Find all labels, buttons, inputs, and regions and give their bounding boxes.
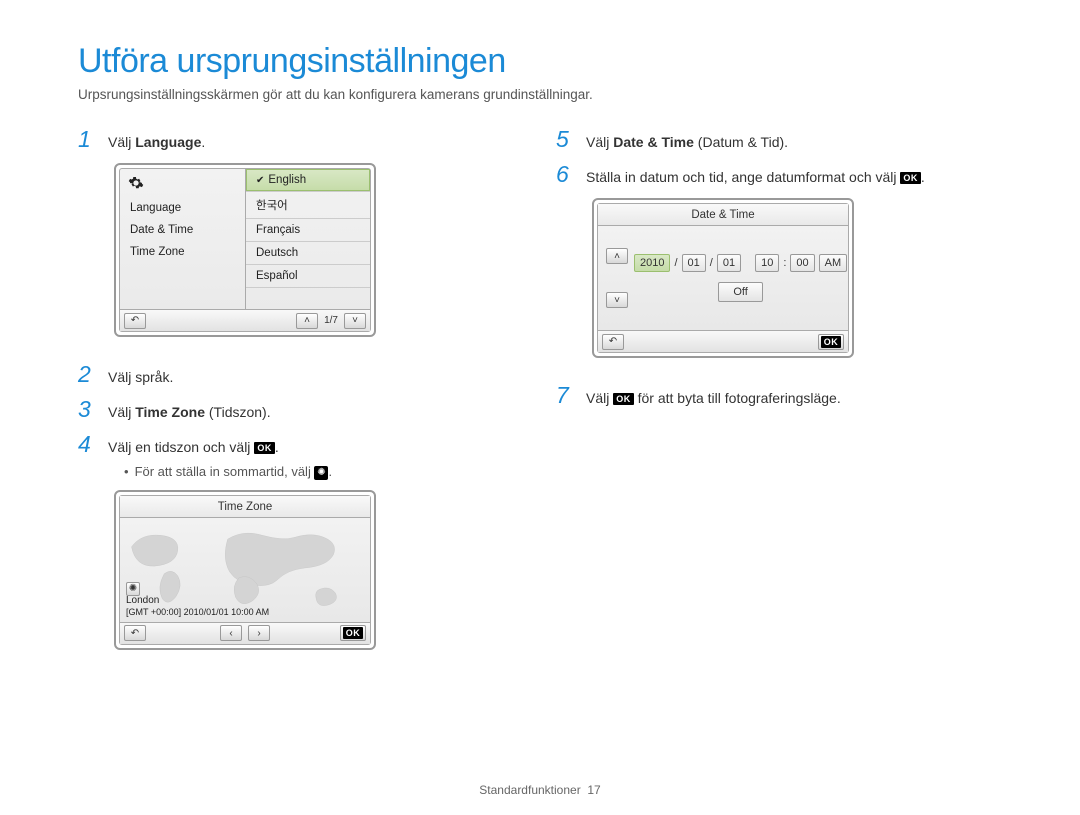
hour-cell[interactable]: 10 (755, 254, 779, 272)
back-arrow-icon: ↶ (609, 336, 617, 347)
page-footer: Standardfunktioner 17 (0, 783, 1080, 797)
back-button[interactable]: ↶ (124, 625, 146, 641)
step-text: Välj Time Zone (Tidszon). (108, 402, 271, 423)
chevron-right-icon: › (257, 628, 260, 639)
pager: ˄ 1/7 ˅ (296, 313, 366, 329)
step-number: 1 (78, 126, 94, 153)
language-screen: Language Date & Time Time Zone ✔ English… (114, 163, 376, 337)
gear-icon (128, 175, 144, 191)
step-6: 6 Ställa in datum och tid, ange datumfor… (556, 161, 986, 188)
settings-menu-left: Language Date & Time Time Zone (120, 169, 246, 309)
ok-button[interactable]: OK (340, 625, 366, 641)
pager-text: 1/7 (320, 315, 342, 326)
value-down-button[interactable]: ˅ (606, 292, 628, 308)
step-number: 2 (78, 361, 94, 388)
step-text: Välj språk. (108, 367, 173, 388)
step-number: 7 (556, 382, 572, 409)
off-button[interactable]: Off (718, 282, 762, 302)
chevron-down-icon: ˅ (352, 315, 358, 326)
step-text: Ställa in datum och tid, ange datumforma… (586, 167, 925, 188)
language-option-german[interactable]: Deutsch (246, 242, 370, 265)
step-2: 2 Välj språk. (78, 361, 498, 388)
menu-item-datetime[interactable]: Date & Time (120, 219, 245, 241)
language-option-english[interactable]: ✔ English (246, 169, 370, 192)
step-1: 1 Välj Language. (78, 126, 498, 153)
step-number: 6 (556, 161, 572, 188)
dst-button[interactable]: ✺ (126, 582, 140, 596)
check-icon: ✔ (256, 175, 264, 186)
ok-icon: OK (343, 627, 364, 639)
language-option-spanish[interactable]: Español (246, 265, 370, 288)
datetime-screen: Date & Time ˄ ˅ 2010 (592, 198, 854, 358)
world-map[interactable]: ✺ London [GMT +00:00] 2010/01/01 10:00 A… (120, 518, 370, 622)
menu-item-timezone[interactable]: Time Zone (120, 241, 245, 263)
ok-icon: OK (254, 442, 275, 454)
sun-icon: ✺ (129, 583, 137, 594)
step-number: 5 (556, 126, 572, 153)
language-option-korean[interactable]: 한국어 (246, 192, 370, 219)
step-text: Välj en tidszon och välj OK. (108, 437, 279, 458)
step-text: Välj OK för att byta till fotograferings… (586, 388, 841, 409)
day-cell[interactable]: 01 (717, 254, 741, 272)
step-3: 3 Välj Time Zone (Tidszon). (78, 396, 498, 423)
chevron-left-icon: ‹ (229, 628, 232, 639)
minute-cell[interactable]: 00 (790, 254, 814, 272)
step-number: 4 (78, 431, 94, 458)
ampm-cell[interactable]: AM (819, 254, 848, 272)
page-title: Utföra ursprungsinställningen (78, 42, 1002, 81)
chevron-up-icon: ˄ (304, 315, 310, 326)
dt-title: Date & Time (598, 204, 848, 226)
page-subtitle: Urpsrungsinställningsskärmen gör att du … (78, 87, 1002, 102)
step-number: 3 (78, 396, 94, 423)
month-cell[interactable]: 01 (682, 254, 706, 272)
tz-gmt: [GMT +00:00] 2010/01/01 10:00 AM (126, 607, 269, 618)
chevron-down-icon: ˅ (614, 295, 620, 306)
back-arrow-icon: ↶ (131, 628, 139, 639)
date-row: 2010 / 01 / 01 10 : 00 AM (634, 254, 847, 272)
value-up-button[interactable]: ˄ (606, 248, 628, 264)
separator: / (674, 257, 677, 269)
timezone-screen: Time Zone ✺ (114, 490, 376, 650)
back-button[interactable]: ↶ (602, 334, 624, 350)
ok-icon: OK (900, 172, 921, 184)
chevron-up-icon: ˄ (614, 251, 620, 262)
back-button[interactable]: ↶ (124, 313, 146, 329)
next-button[interactable]: › (248, 625, 270, 641)
ok-icon: OK (613, 393, 634, 405)
language-option-french[interactable]: Français (246, 219, 370, 242)
tz-city: London (126, 595, 269, 607)
ok-button[interactable]: OK (818, 334, 844, 350)
ok-icon: OK (821, 336, 842, 348)
step-text: Välj Date & Time (Datum & Tid). (586, 132, 788, 153)
page-down-button[interactable]: ˅ (344, 313, 366, 329)
step-7: 7 Välj OK för att byta till fotograferin… (556, 382, 986, 409)
step-5: 5 Välj Date & Time (Datum & Tid). (556, 126, 986, 153)
step-text: Välj Language. (108, 132, 205, 153)
year-cell[interactable]: 2010 (634, 254, 670, 272)
step-4-bullet: För att ställa in sommartid, välj . (124, 464, 498, 480)
page-up-button[interactable]: ˄ (296, 313, 318, 329)
tz-info: London [GMT +00:00] 2010/01/01 10:00 AM (126, 595, 269, 618)
sun-icon (314, 466, 328, 480)
language-list: ✔ English 한국어 Français Deutsch Español (246, 169, 370, 309)
tz-title: Time Zone (120, 496, 370, 518)
menu-item-language[interactable]: Language (120, 197, 245, 219)
step-4: 4 Välj en tidszon och välj OK. (78, 431, 498, 458)
prev-button[interactable]: ‹ (220, 625, 242, 641)
separator: / (710, 257, 713, 269)
back-arrow-icon: ↶ (131, 315, 139, 326)
separator: : (783, 257, 786, 269)
